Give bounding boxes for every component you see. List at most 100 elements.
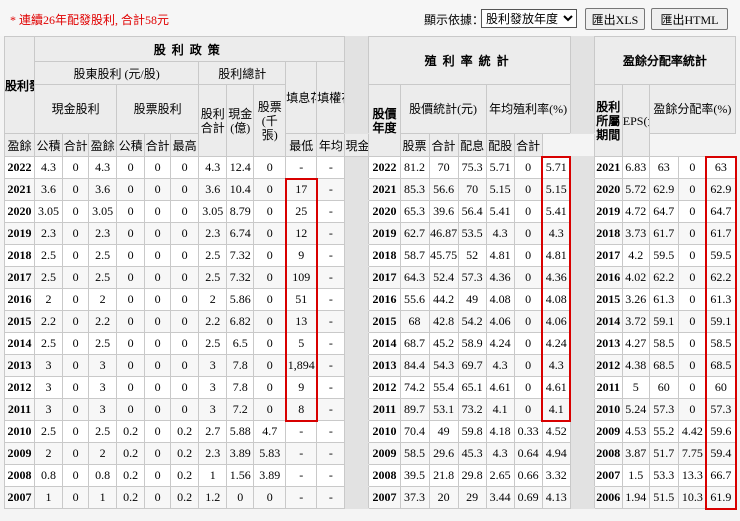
cell-price-avg: 45.3 [457,442,487,465]
cell-yield-stock: 0 [513,178,543,201]
cell-stock-subtotal: 0 [170,156,200,179]
cell-price-high: 68 [399,310,430,333]
cell-fill-right-days: - [316,442,346,465]
cell-payout-stock: 4.42 [677,420,707,443]
cell-yield-total: 4.08 [541,288,571,311]
header-stock-amount: 股票(千張) [253,84,287,157]
cell-year: 2011 [3,398,36,421]
cell-fill-right-days: - [316,178,346,201]
cell-payout-total: 61.3 [705,288,737,311]
cell-stock-amount: 0 [253,376,287,399]
cell-cash-surplus: 3 [34,376,64,399]
cell-price-low: 21.8 [428,464,459,487]
cell-stock-subtotal: 0.2 [170,486,200,509]
cell-price-low: 29.6 [428,442,459,465]
table-row: 2017 2.5 0 2.5 0 0 0 2.5 7.32 0 109-2017 64.3 52.4 57… [3,266,737,289]
cell-price-high: 74.2 [399,376,430,399]
cell-yield-cash: 4.36 [485,266,515,289]
cell-cash-amount: 8.79 [226,200,255,223]
cell-stock-subtotal: 0 [170,354,200,377]
export-xls-button[interactable]: 匯出XLS [585,8,645,30]
header-price-low: 最低 [285,133,318,157]
cell-yield-stock: 0 [513,156,543,179]
cell-payout-dividend: 63 [648,156,679,179]
cell-cash-amount: 6.5 [226,332,255,355]
cell-stock-subtotal: 0 [170,398,200,421]
cell-price-low: 20 [428,486,459,509]
cell-fill-right-days: - [316,288,346,311]
cell-payout-stock: 0 [677,354,707,377]
cell-stock-surplus: 0.2 [116,464,146,487]
sort-select[interactable]: 股利發放年度 [481,9,577,28]
cell-fill-right-days: - [316,156,346,179]
column-separator [344,200,370,223]
cell-cash-amount: 5.88 [226,420,255,443]
header-cash-reserve: 公積 [34,133,64,157]
cell-stock-reserve: 0 [144,266,172,289]
cell-year: 2019 [3,222,36,245]
header-stock-dividend: 股票股利 [116,84,200,134]
cell-yield-total: 5.41 [541,200,571,223]
cell-stock-reserve: 0 [144,222,172,245]
cell-cash-amount: 6.82 [226,310,255,333]
cell-payout-total: 63 [705,156,737,179]
cell-div-period: 2020 [593,178,623,201]
cell-payout-total: 66.7 [705,464,737,487]
cell-payout-dividend: 68.5 [648,354,679,377]
cell-payout-stock: 13.3 [677,464,707,487]
cell-payout-stock: 0 [677,376,707,399]
column-separator [344,420,370,443]
cell-price-avg: 54.2 [457,310,487,333]
cell-price-avg: 75.3 [457,156,487,179]
cell-eps: 4.02 [621,266,650,289]
cell-div-total: 2.7 [198,420,228,443]
cell-div-total: 3 [198,398,228,421]
cell-stock-surplus: 0.2 [116,420,146,443]
cell-yield-total: 4.36 [541,266,571,289]
cell-cash-surplus: 2 [34,442,64,465]
cell-payout-stock: 0 [677,266,707,289]
cell-yield-total: 4.94 [541,442,571,465]
cell-stock-reserve: 0 [144,310,172,333]
cell-price-avg: 49 [457,288,487,311]
table-row: 2007 1 0 1 0.2 0 0.2 1.2 0 0- -2007 37.3 20 29 3.44 0.6… [3,486,737,509]
cell-cash-surplus: 2.5 [34,420,64,443]
cell-fill-right-days: - [316,266,346,289]
header-payout-dividend: 配息 [457,133,487,157]
header-cash-surplus: 盈餘 [3,133,36,157]
header-fill-days: 填息花費日數 [285,61,318,134]
cell-payout-dividend: 62.9 [648,178,679,201]
cell-cash-amount: 6.74 [226,222,255,245]
cell-yield-cash: 3.44 [485,486,515,509]
cell-yield-cash: 4.18 [485,420,515,443]
cell-payout-dividend: 59.5 [648,244,679,267]
export-html-button[interactable]: 匯出HTML [651,8,728,30]
cell-yield-total: 4.81 [541,244,571,267]
cell-stock-reserve: 0 [144,178,172,201]
cell-cash-surplus: 2.5 [34,332,64,355]
column-separator [344,332,370,355]
header-avg-yield: 年均殖利率(%) [485,84,571,134]
cell-yield-stock: 0 [513,266,543,289]
cell-cash-surplus: 2.5 [34,266,64,289]
cell-stock-amount: 0 [253,244,287,267]
cell-price-year: 2019 [368,222,401,245]
cell-yield-cash: 4.81 [485,244,515,267]
cell-payout-dividend: 62.2 [648,266,679,289]
cell-div-total: 2.3 [198,222,228,245]
cell-stock-reserve: 0 [144,288,172,311]
cell-price-high: 58.5 [399,442,430,465]
cell-stock-surplus: 0 [116,332,146,355]
cell-cash-reserve: 0 [62,222,90,245]
cell-payout-dividend: 64.7 [648,200,679,223]
cell-price-low: 45.2 [428,332,459,355]
cell-price-low: 49 [428,420,459,443]
cell-div-period: 2018 [593,222,623,245]
cell-year: 2018 [3,244,36,267]
column-separator [569,244,595,267]
column-separator [569,420,595,443]
cell-div-total: 2.5 [198,266,228,289]
cell-yield-cash: 4.61 [485,376,515,399]
cell-fill-right-days: - [316,420,346,443]
cell-stock-reserve: 0 [144,486,172,509]
